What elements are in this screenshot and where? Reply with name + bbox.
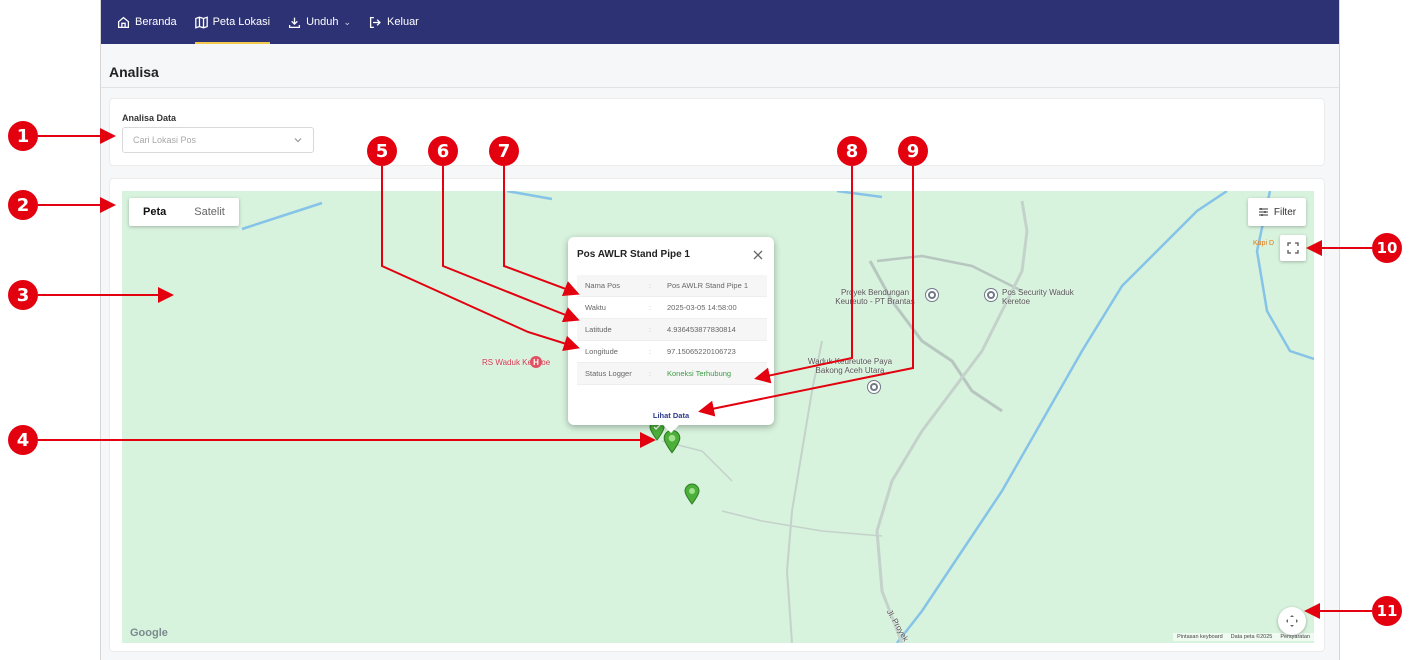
analysis-card: Analisa Data Cari Lokasi Pos <box>109 98 1325 166</box>
location-search-select[interactable]: Cari Lokasi Pos <box>122 127 314 153</box>
poi-proyek-label: Proyek Bendungan Keureuto - PT Brantas <box>835 288 915 306</box>
home-icon <box>117 16 130 28</box>
map-type-toggle: Peta Satelit <box>129 198 239 226</box>
close-icon[interactable] <box>752 249 764 261</box>
callout-1: 1 <box>8 121 38 151</box>
poi-pin-icon[interactable] <box>868 381 880 393</box>
status-badge: Koneksi Terhubung <box>667 369 732 378</box>
map-camera-control-button[interactable] <box>1278 607 1306 635</box>
top-navigation: Beranda Peta Lokasi Unduh ⌄ Keluar <box>101 0 1339 44</box>
analysis-data-label: Analisa Data <box>122 113 177 123</box>
download-icon <box>289 17 301 28</box>
callout-8: 8 <box>837 136 867 166</box>
road <box>875 200 1029 643</box>
callout-9: 9 <box>898 136 928 166</box>
popup-row-nama-pos: Nama Pos: Pos AWLR Stand Pipe 1 <box>577 275 767 297</box>
river <box>896 191 1228 643</box>
fullscreen-icon <box>1287 242 1299 254</box>
road <box>721 510 883 537</box>
map-type-peta[interactable]: Peta <box>129 198 180 226</box>
callout-11: 11 <box>1372 596 1402 626</box>
popup-row-waktu: Waktu:2025-03-05 14:58:00 <box>577 297 767 319</box>
poi-kupi-label: Kupi D <box>1252 240 1274 247</box>
filter-icon <box>1258 208 1268 216</box>
fullscreen-button[interactable] <box>1280 235 1306 261</box>
popup-row-status-logger: Status Logger: Koneksi Terhubung <box>577 363 767 385</box>
move-arrows-icon <box>1286 615 1298 627</box>
nav-unduh[interactable]: Unduh ⌄ <box>288 0 351 44</box>
poi-pos-security-label: Pos Security Waduk Keretoe <box>1002 288 1074 306</box>
popup-row-longitude: Longitude:97.15065220106723 <box>577 341 767 363</box>
logout-icon <box>370 16 381 28</box>
filter-button[interactable]: Filter <box>1248 198 1306 226</box>
callout-10: 10 <box>1372 233 1402 263</box>
title-divider <box>101 87 1339 88</box>
road <box>868 260 1003 413</box>
callout-6: 6 <box>428 136 458 166</box>
callout-7: 7 <box>489 136 519 166</box>
app-frame: Beranda Peta Lokasi Unduh ⌄ Keluar Anali… <box>100 0 1340 660</box>
river <box>241 201 323 231</box>
poi-pin-icon[interactable] <box>926 289 938 301</box>
station-info-popup: Pos AWLR Stand Pipe 1 Nama Pos: Pos AWLR … <box>568 237 774 433</box>
location-select-placeholder: Cari Lokasi Pos <box>133 135 197 145</box>
popup-title: Pos AWLR Stand Pipe 1 <box>577 249 690 260</box>
google-logo: Google <box>130 627 168 639</box>
nav-beranda[interactable]: Beranda <box>117 0 177 44</box>
callout-2: 2 <box>8 190 38 220</box>
chevron-down-icon: ⌄ <box>343 16 352 27</box>
river <box>506 191 553 201</box>
nav-peta-lokasi[interactable]: Peta Lokasi <box>194 0 271 44</box>
chevron-down-icon <box>294 138 302 143</box>
callout-5: 5 <box>367 136 397 166</box>
keyboard-shortcuts-link[interactable]: Pintasan keyboard <box>1177 634 1223 640</box>
map-data-text: Data peta ©2025 <box>1230 634 1273 640</box>
map-type-satelit[interactable]: Satelit <box>180 198 239 226</box>
map-canvas[interactable]: Peta Satelit Filter Kupi D RS Waduk Kere… <box>122 191 1314 643</box>
river <box>836 191 883 199</box>
map-icon <box>194 15 208 29</box>
callout-3: 3 <box>8 280 38 310</box>
popup-row-latitude: Latitude:4.936453877830814 <box>577 319 767 341</box>
filter-label: Filter <box>1273 206 1297 218</box>
road <box>785 340 823 643</box>
poi-pin-icon[interactable] <box>985 289 997 301</box>
road <box>876 254 1023 293</box>
map-card: Peta Satelit Filter Kupi D RS Waduk Kere… <box>109 178 1325 652</box>
page-title: Analisa <box>109 64 159 80</box>
callout-4: 4 <box>8 425 38 455</box>
nav-keluar[interactable]: Keluar <box>369 0 419 44</box>
lihat-data-link[interactable]: Lihat Data <box>568 411 774 420</box>
station-marker-icon[interactable] <box>683 483 701 505</box>
hospital-icon[interactable]: H <box>530 356 542 368</box>
terms-link[interactable]: Persyaratan <box>1280 634 1310 640</box>
poi-waduk-label: Waduk Keureutoe Paya Bakong Aceh Utara <box>807 357 893 375</box>
